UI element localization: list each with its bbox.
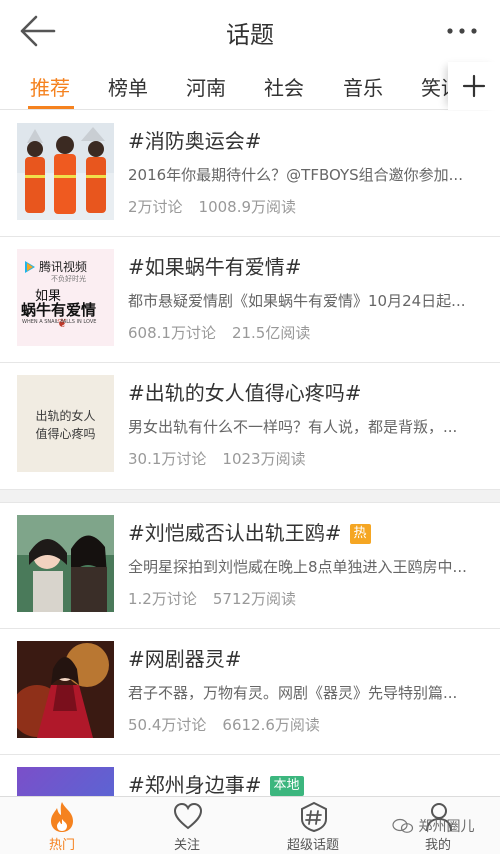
more-dots-icon bbox=[447, 28, 477, 34]
read-count: 5712万阅读 bbox=[212, 590, 297, 608]
topic-thumbnail: ❦ 腾讯视频 不负好时光 如果 蜗牛有爱情 WHEN A SNAIL FALLS… bbox=[17, 249, 114, 346]
read-count: 1008.9万阅读 bbox=[198, 198, 297, 216]
topic-title: #如果蜗牛有爱情# bbox=[128, 255, 302, 279]
wechat-icon bbox=[392, 818, 414, 833]
topic-item[interactable]: ❦ 腾讯视频 不负好时光 如果 蜗牛有爱情 WHEN A SNAIL FALLS… bbox=[0, 237, 500, 363]
topic-thumbnail: 出轨的女人 值得心疼吗 bbox=[17, 375, 114, 472]
nav-super-topics[interactable]: 超级话题 bbox=[268, 797, 358, 854]
topic-item[interactable]: 出轨的女人 值得心疼吗 #出轨的女人值得心疼吗# 男女出轨有什么不一样吗？有人说… bbox=[0, 363, 500, 489]
topic-item[interactable]: #刘恺威否认出轨王鸥# 热 全明星探拍到刘恺威在晚上8点单独进入王鸥房中... 1… bbox=[0, 503, 500, 629]
topic-title: #网剧器灵# bbox=[128, 647, 242, 671]
tab-society[interactable]: 社会 bbox=[264, 72, 304, 101]
thumb-show-title-2: 蜗牛有爱情 bbox=[21, 301, 97, 319]
nav-label: 关注 bbox=[173, 838, 200, 853]
discussion-count: 1.2万讨论 bbox=[128, 590, 197, 608]
heart-icon bbox=[173, 802, 203, 830]
top-bar: 话题 bbox=[0, 0, 500, 62]
nav-label: 我的 bbox=[424, 838, 451, 853]
tab-henan[interactable]: 河南 bbox=[186, 72, 226, 101]
thumb-slogan: 不负好时光 bbox=[51, 275, 86, 283]
tab-ranking[interactable]: 榜单 bbox=[108, 72, 148, 101]
topic-title: #消防奥运会# bbox=[128, 129, 262, 153]
tab-music[interactable]: 音乐 bbox=[343, 72, 383, 101]
topic-stats: 2万讨论 1008.9万阅读 bbox=[128, 196, 296, 217]
topic-title-text: #郑州身边事# bbox=[128, 773, 262, 797]
read-count: 21.5亿阅读 bbox=[231, 324, 311, 342]
read-count: 6612.6万阅读 bbox=[222, 716, 320, 734]
page-title: 话题 bbox=[226, 21, 274, 49]
discussion-count: 608.1万讨论 bbox=[128, 324, 216, 342]
hot-badge: 热 bbox=[349, 524, 371, 544]
discussion-count: 2万讨论 bbox=[128, 198, 183, 216]
plus-icon bbox=[462, 74, 486, 98]
topic-description: 君子不器，万物有灵。网剧《器灵》先导特别篇... bbox=[128, 684, 458, 702]
discussion-count: 50.4万讨论 bbox=[128, 716, 207, 734]
local-badge: 本地 bbox=[269, 776, 304, 796]
topic-thumbnail bbox=[17, 515, 114, 612]
section-divider bbox=[0, 489, 500, 503]
thumb-english-title: WHEN A SNAIL FALLS IN LOVE bbox=[22, 319, 97, 325]
topic-stats: 1.2万讨论 5712万阅读 bbox=[128, 588, 296, 609]
discussion-count: 30.1万讨论 bbox=[128, 450, 207, 468]
topic-description: 男女出轨有什么不一样吗？有人说，都是背叛，... bbox=[128, 418, 458, 436]
topic-thumbnail bbox=[17, 641, 114, 738]
topic-description: 都市悬疑爱情剧《如果蜗牛有爱情》10月24日起... bbox=[128, 292, 466, 310]
category-tabs: 推荐 榜单 河南 社会 音乐 笑话 bbox=[0, 62, 500, 110]
hashtag-shield-icon bbox=[301, 801, 327, 833]
tab-jokes[interactable]: 笑话 bbox=[421, 72, 448, 101]
topic-stats: 30.1万讨论 1023万阅读 bbox=[128, 448, 306, 469]
watermark-text: 郑州圈儿 bbox=[418, 819, 475, 835]
topic-item[interactable]: #网剧器灵# 君子不器，万物有灵。网剧《器灵》先导特别篇... 50.4万讨论 6… bbox=[0, 629, 500, 755]
topic-title: #刘恺威否认出轨王鸥# 热 bbox=[128, 517, 371, 546]
topic-title: #出轨的女人值得心疼吗# bbox=[128, 381, 362, 405]
read-count: 1023万阅读 bbox=[222, 450, 306, 468]
topic-title: #郑州身边事# 本地 bbox=[128, 769, 304, 798]
watermark: 郑州圈儿 bbox=[392, 816, 474, 836]
topic-stats: 50.4万讨论 6612.6万阅读 bbox=[128, 714, 320, 735]
topic-stats: 608.1万讨论 21.5亿阅读 bbox=[128, 322, 310, 343]
topic-item[interactable]: #消防奥运会# 2016年你最期待什么？@TFBOYS组合邀你参加... 2万讨… bbox=[0, 111, 500, 237]
tab-strip[interactable]: 推荐 榜单 河南 社会 音乐 笑话 bbox=[0, 62, 448, 110]
tab-recommend[interactable]: 推荐 bbox=[30, 72, 70, 101]
thumb-text-line-2: 值得心疼吗 bbox=[35, 427, 96, 441]
active-tab-indicator bbox=[28, 106, 74, 109]
topic-title-text: #刘恺威否认出轨王鸥# bbox=[128, 521, 342, 545]
topic-description: 全明星探拍到刘恺威在晚上8点单独进入王鸥房中... bbox=[128, 558, 467, 576]
thumb-text-line-1: 出轨的女人 bbox=[35, 409, 96, 423]
topic-description: 2016年你最期待什么？@TFBOYS组合邀你参加... bbox=[128, 166, 463, 184]
nav-follow[interactable]: 关注 bbox=[142, 797, 232, 854]
add-tab-button[interactable] bbox=[448, 62, 500, 110]
nav-label: 热门 bbox=[48, 838, 75, 853]
thumb-logo: 腾讯视频 bbox=[39, 260, 88, 274]
topic-thumbnail bbox=[17, 123, 114, 220]
nav-hot[interactable]: 热门 bbox=[17, 797, 107, 854]
more-button[interactable] bbox=[444, 18, 480, 44]
nav-label: 超级话题 bbox=[286, 838, 339, 853]
flame-icon bbox=[51, 802, 73, 832]
topic-list: #消防奥运会# 2016年你最期待什么？@TFBOYS组合邀你参加... 2万讨… bbox=[0, 111, 500, 854]
